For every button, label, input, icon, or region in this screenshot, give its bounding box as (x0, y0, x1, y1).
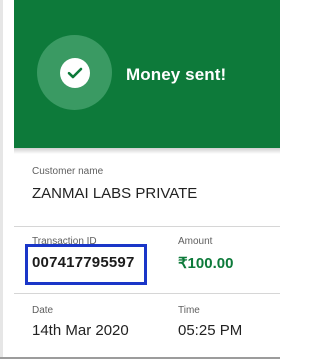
header-shadow (14, 148, 280, 154)
customer-name-value: ZANMAI LABS PRIVATE (32, 185, 198, 202)
frame-edge (0, 0, 3, 359)
time-value: 05:25 PM (178, 322, 243, 339)
payment-receipt: Money sent! Customer name ZANMAI LABS PR… (0, 0, 280, 359)
customer-name-label: Customer name (32, 166, 104, 177)
transaction-id-label: Transaction ID (32, 236, 97, 247)
amount-label: Amount (178, 236, 213, 247)
date-value: 14th Mar 2020 (32, 322, 129, 339)
success-title: Money sent! (126, 65, 227, 84)
time-label: Time (178, 305, 200, 316)
section-divider (14, 226, 280, 227)
amount-value: ₹100.00 (178, 255, 234, 272)
check-circle-icon (60, 58, 90, 88)
section-divider (14, 293, 280, 294)
transaction-id-value: 007417795597 (32, 254, 135, 271)
date-label: Date (32, 305, 54, 316)
